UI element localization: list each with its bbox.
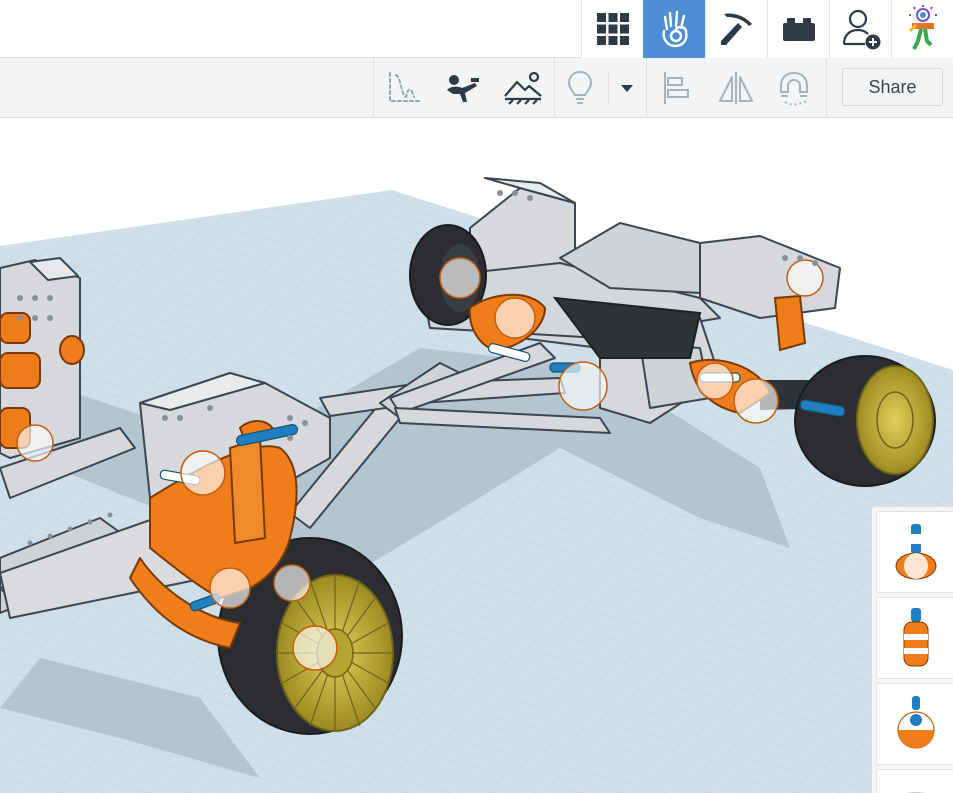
align-button[interactable] bbox=[648, 58, 706, 117]
toolbar-separator bbox=[826, 58, 827, 117]
part-item[interactable] bbox=[876, 683, 953, 765]
align-icon bbox=[664, 71, 689, 104]
drop-physics-button[interactable] bbox=[375, 58, 433, 117]
brick-mode-button[interactable] bbox=[767, 0, 829, 58]
mirror-button[interactable] bbox=[707, 58, 765, 117]
toolbar-separator bbox=[646, 58, 647, 117]
toolbar-separator bbox=[554, 58, 555, 117]
toolbar-separator bbox=[608, 72, 609, 103]
share-button[interactable]: Share bbox=[842, 68, 943, 106]
user-avatar-icon bbox=[908, 5, 937, 50]
brick-icon bbox=[782, 18, 815, 41]
grid-view-button[interactable] bbox=[581, 0, 643, 58]
wheel-rear-right[interactable] bbox=[794, 355, 936, 487]
light-bulb-icon bbox=[567, 70, 593, 104]
physics-drop-icon bbox=[389, 71, 421, 102]
toolbar-separator bbox=[373, 58, 374, 117]
dropdown-caret-icon bbox=[621, 84, 633, 92]
part-item[interactable] bbox=[876, 769, 953, 793]
pickaxe-mode-button[interactable] bbox=[705, 0, 767, 58]
light-options-dropdown[interactable] bbox=[610, 58, 644, 117]
invite-user-button[interactable] bbox=[829, 0, 891, 58]
part-item[interactable] bbox=[876, 511, 953, 593]
character-icon bbox=[447, 74, 479, 102]
parts-panel[interactable] bbox=[871, 506, 953, 793]
top-bar bbox=[0, 0, 953, 58]
toolbar: Share bbox=[0, 58, 953, 118]
light-button[interactable] bbox=[556, 58, 604, 117]
scene-landscape-icon bbox=[504, 71, 542, 105]
tinker-mode-button[interactable] bbox=[643, 0, 705, 58]
joint-part-icon-2 bbox=[903, 608, 928, 667]
add-user-icon bbox=[842, 9, 880, 50]
hand-pointer-icon bbox=[661, 10, 688, 48]
joint-part-icon-1 bbox=[895, 524, 936, 580]
user-profile-button[interactable] bbox=[891, 0, 953, 58]
part-item[interactable] bbox=[876, 597, 953, 679]
3d-scene[interactable] bbox=[0, 118, 953, 793]
mode-switcher bbox=[581, 0, 953, 58]
pickaxe-icon bbox=[720, 13, 752, 45]
3d-viewport[interactable] bbox=[0, 118, 953, 793]
scene-button[interactable] bbox=[494, 58, 552, 117]
joint-part-icon-3 bbox=[896, 696, 935, 749]
joint-part-icon-4 bbox=[906, 792, 925, 793]
character-button[interactable] bbox=[434, 58, 492, 117]
grid-view-icon bbox=[596, 13, 629, 45]
mirror-icon bbox=[719, 71, 753, 104]
magnet-button[interactable] bbox=[766, 58, 824, 117]
magnet-icon bbox=[780, 71, 810, 105]
